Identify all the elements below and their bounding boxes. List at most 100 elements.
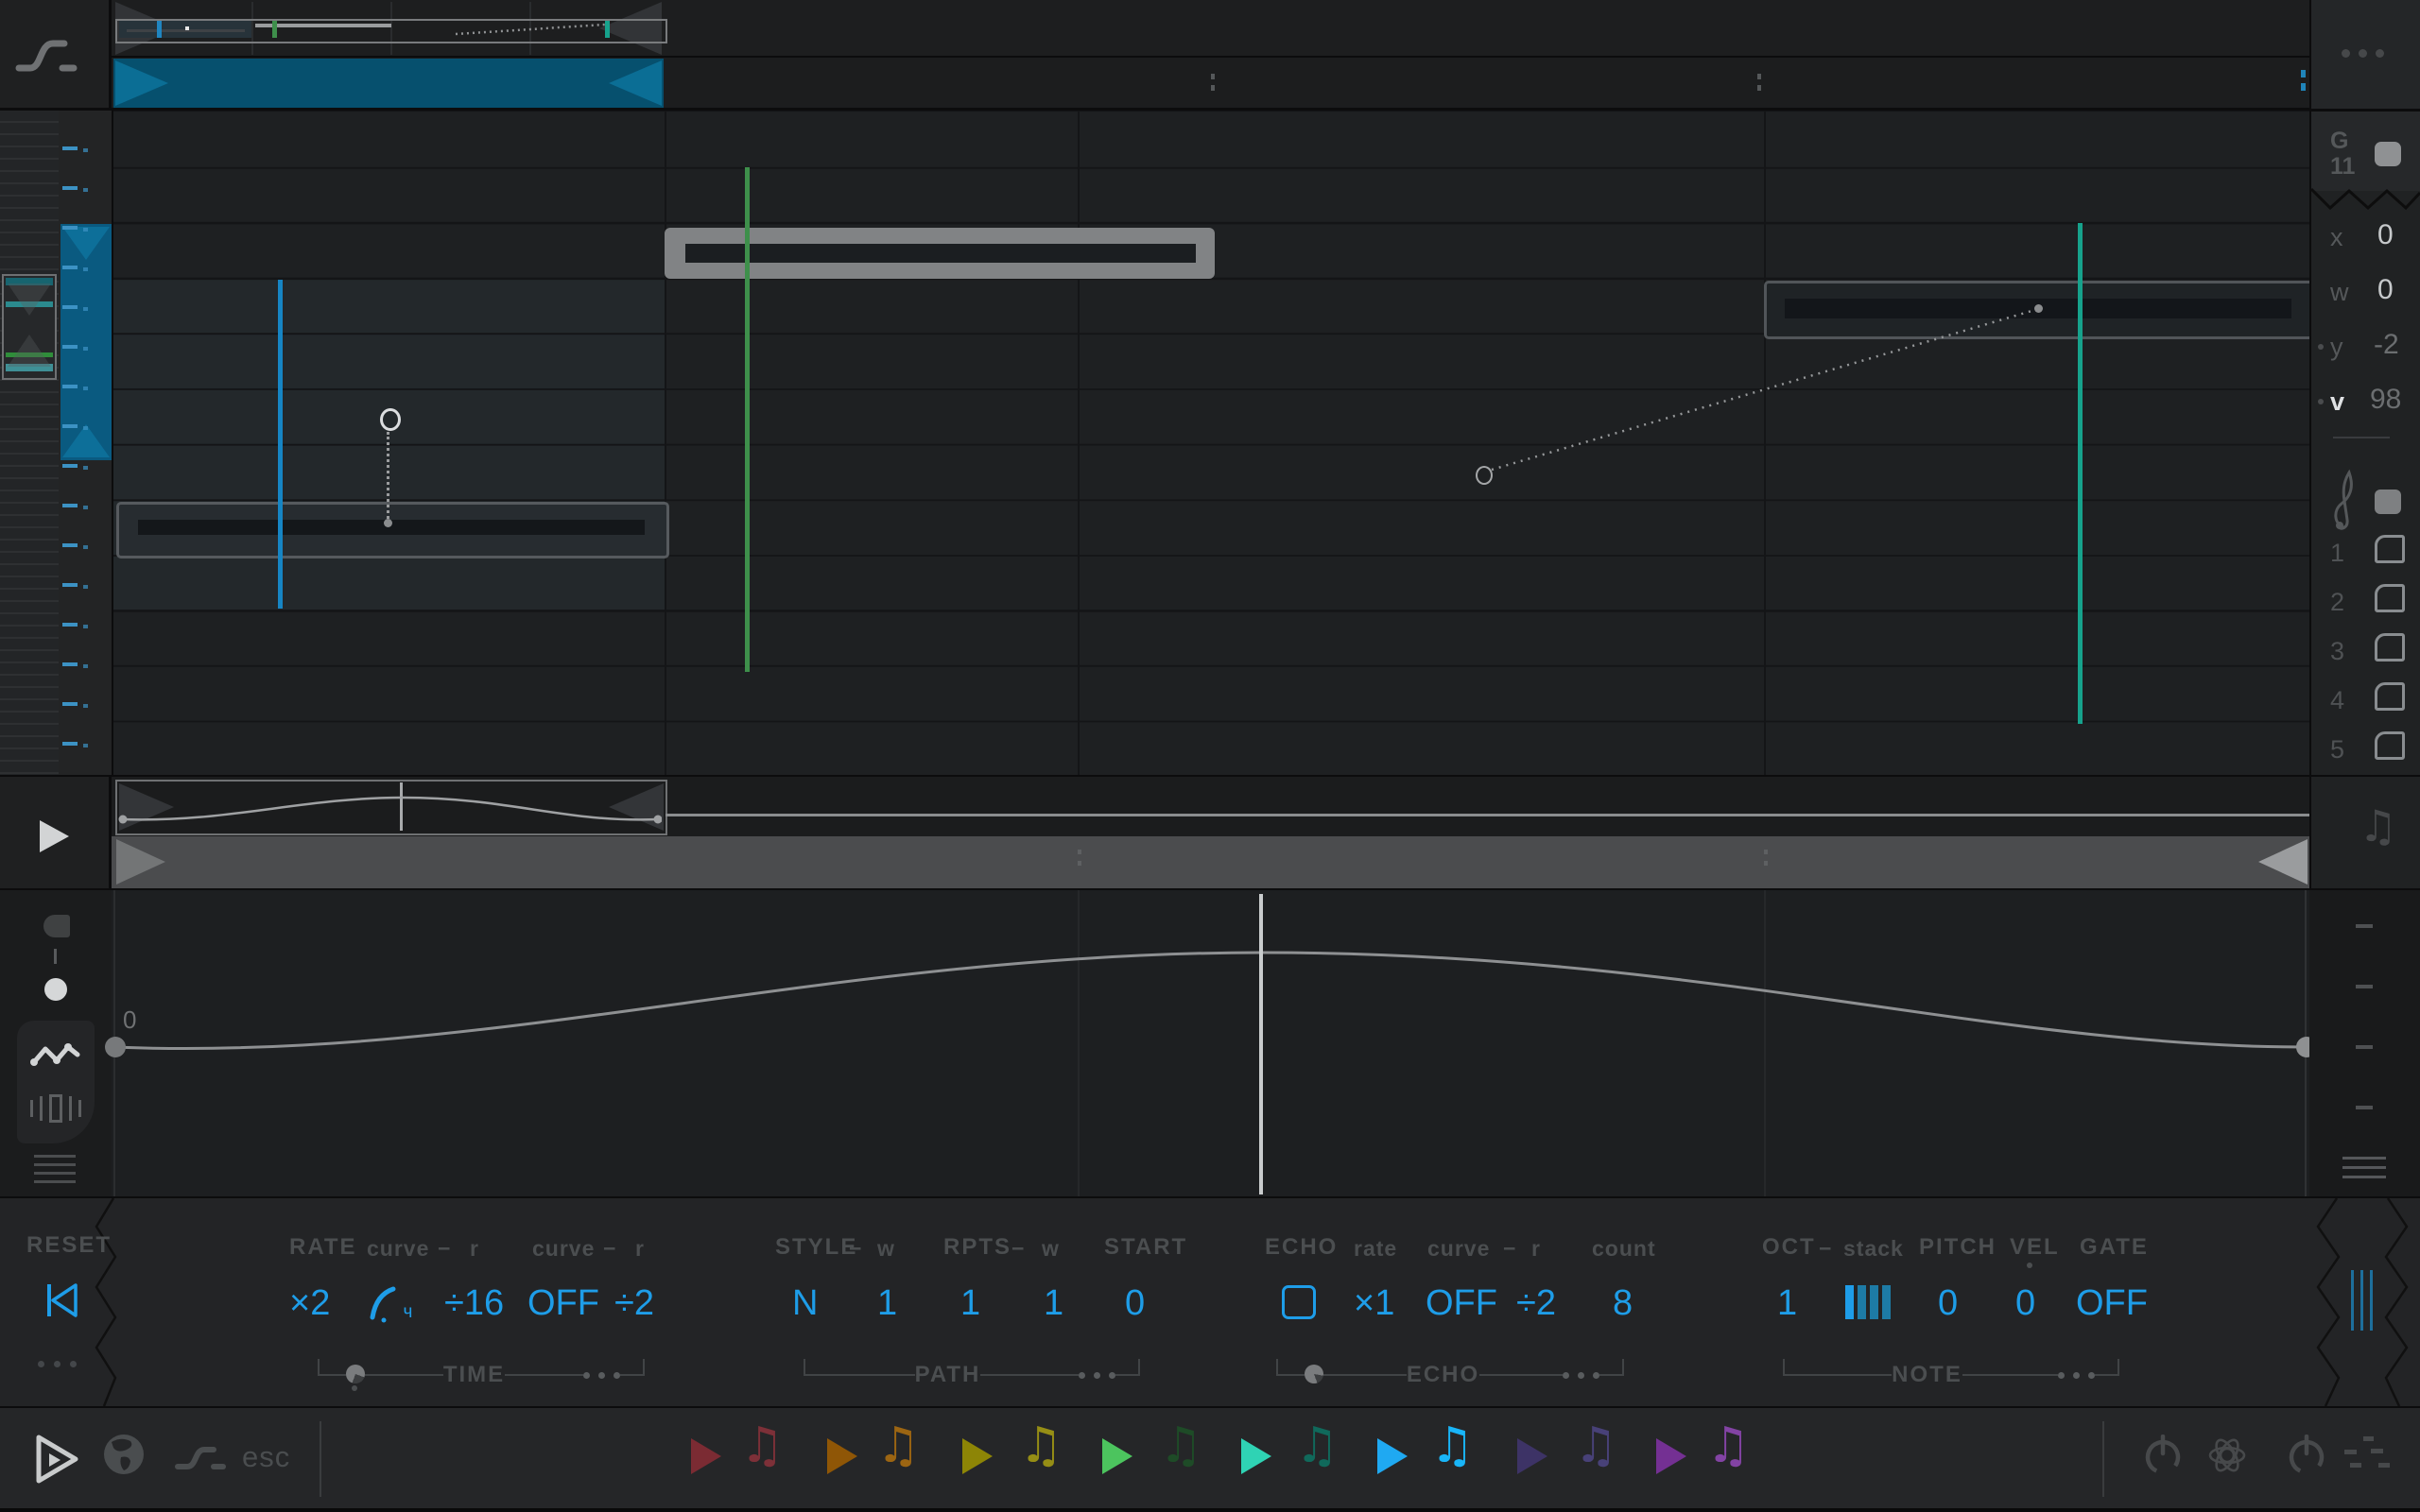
clef-layer-active-icon[interactable] — [2375, 490, 2401, 514]
echo-count-value[interactable]: 8 — [1613, 1283, 1633, 1324]
more-options-icon[interactable] — [2342, 49, 2384, 58]
scroll-column[interactable] — [59, 111, 112, 777]
point-mode-button[interactable] — [44, 978, 67, 1001]
curve-overview-box[interactable] — [115, 780, 667, 835]
track-2-play-button[interactable] — [827, 1438, 857, 1474]
time-pie-icon[interactable] — [346, 1365, 365, 1383]
lane-menu-icon[interactable] — [34, 1155, 76, 1183]
power-icon-2[interactable] — [2286, 1435, 2327, 1476]
logo-cell[interactable] — [0, 0, 109, 109]
esc-button[interactable]: esc — [242, 1440, 290, 1474]
param-label-x[interactable]: x — [2330, 223, 2343, 252]
track-6-note-icon[interactable]: ♫ — [1430, 1421, 1475, 1470]
note-grid[interactable] — [113, 111, 2309, 777]
note-more-icon[interactable] — [2058, 1372, 2095, 1379]
track-5-note-icon[interactable]: ♫ — [1295, 1421, 1340, 1470]
shape-mode-icon[interactable] — [43, 915, 70, 937]
start-value[interactable]: 0 — [1125, 1283, 1145, 1324]
param-value-v[interactable]: 98 — [2370, 384, 2401, 416]
rate-curve-value[interactable]: ч — [369, 1281, 416, 1329]
pitch-value[interactable]: 0 — [1938, 1283, 1958, 1324]
track-7-play-button[interactable] — [1517, 1438, 1547, 1474]
style-value[interactable]: N — [792, 1283, 818, 1324]
track-1-play-button[interactable] — [691, 1438, 721, 1474]
scatter-icon[interactable] — [2342, 1436, 2390, 1474]
gate-value[interactable]: OFF — [2076, 1283, 2148, 1324]
settings-flower-icon[interactable] — [2204, 1433, 2250, 1478]
layer-3-icon[interactable] — [2375, 633, 2405, 662]
style-w-value[interactable]: 1 — [877, 1283, 897, 1324]
layer-2-icon[interactable] — [2375, 584, 2405, 612]
group-active-icon[interactable] — [2375, 142, 2401, 166]
track-2-note-icon[interactable]: ♫ — [876, 1421, 921, 1470]
bars-lane-icon[interactable] — [30, 1094, 81, 1123]
globe-icon[interactable] — [102, 1433, 146, 1476]
note-bar[interactable] — [116, 502, 669, 558]
layer-5-icon[interactable] — [2375, 731, 2405, 760]
rpts-value[interactable]: 1 — [960, 1283, 980, 1324]
curve-tool-icon[interactable] — [174, 1444, 231, 1472]
param-value-w[interactable]: 0 — [2377, 274, 2394, 306]
echo-r-value[interactable]: ÷2 — [1516, 1283, 1556, 1324]
curve-canvas[interactable]: 0 — [112, 890, 2309, 1196]
group-cell[interactable]: G11 — [2311, 112, 2420, 191]
layer-4-icon[interactable] — [2375, 682, 2405, 711]
oct-value[interactable]: 1 — [1777, 1283, 1797, 1324]
loop-end-handle[interactable] — [609, 60, 662, 106]
time-more-icon[interactable] — [583, 1372, 620, 1379]
panel-drag-handle[interactable] — [2351, 1270, 2373, 1331]
param-value-y[interactable]: -2 — [2374, 329, 2399, 361]
echo-curve-value[interactable]: OFF — [1426, 1283, 1497, 1324]
curve1-r-value[interactable]: ÷16 — [444, 1283, 504, 1324]
track-3-play-button[interactable] — [962, 1438, 993, 1474]
layer-3-label[interactable]: 3 — [2330, 637, 2344, 666]
track-7-note-icon[interactable]: ♫ — [1574, 1421, 1618, 1470]
path-more-icon[interactable] — [1079, 1372, 1115, 1379]
layer-2-label[interactable]: 2 — [2330, 588, 2344, 617]
curve-start-point[interactable] — [105, 1037, 126, 1057]
music-note-icon[interactable]: ♫ — [2359, 801, 2397, 850]
transport-end-handle[interactable] — [2258, 839, 2308, 885]
loop-range-bar[interactable] — [113, 59, 664, 108]
pitch-selection-box[interactable] — [2, 274, 57, 380]
edit-handle-circle[interactable] — [380, 408, 401, 431]
transport-start-handle[interactable] — [116, 839, 165, 885]
curve2-r-value[interactable]: ÷2 — [614, 1283, 654, 1324]
param-value-x[interactable]: 0 — [2377, 219, 2394, 251]
track-1-note-icon[interactable]: ♫ — [740, 1421, 785, 1470]
echo-rate-value[interactable]: ×1 — [1354, 1283, 1394, 1324]
pitch-ruler[interactable] — [0, 111, 59, 777]
skip-back-button[interactable] — [43, 1281, 81, 1319]
track-6-play-button[interactable] — [1377, 1438, 1408, 1474]
minimap-overview[interactable] — [115, 19, 667, 43]
param-label-v[interactable]: v — [2330, 387, 2344, 417]
track-3-note-icon[interactable]: ♫ — [1019, 1421, 1063, 1470]
loop-start-handle[interactable] — [115, 60, 168, 106]
stack-value-icon[interactable] — [1845, 1285, 1891, 1319]
curve-lane-icon[interactable] — [30, 1040, 81, 1070]
echo-pie-icon[interactable] — [1305, 1365, 1323, 1383]
track-4-play-button[interactable] — [1102, 1438, 1132, 1474]
curve2-value[interactable]: OFF — [527, 1283, 599, 1324]
param-label-y[interactable]: y — [2330, 333, 2343, 362]
rate-value[interactable]: ×2 — [289, 1283, 330, 1324]
layer-1-label[interactable]: 1 — [2330, 539, 2344, 568]
sidebar-header[interactable] — [2311, 0, 2420, 109]
power-icon[interactable] — [2142, 1435, 2184, 1476]
layer-4-label[interactable]: 4 — [2330, 686, 2344, 715]
treble-clef-icon[interactable] — [2330, 465, 2359, 535]
echo-enable-checkbox[interactable] — [1282, 1285, 1316, 1319]
track-8-play-button[interactable] — [1656, 1438, 1686, 1474]
curve-menu-icon[interactable] — [2342, 1157, 2386, 1178]
layer-1-icon[interactable] — [2375, 535, 2405, 563]
play-mode-button[interactable] — [34, 1433, 81, 1486]
play-button[interactable] — [40, 820, 69, 852]
track-8-note-icon[interactable]: ♫ — [1706, 1421, 1751, 1470]
track-5-play-button[interactable] — [1241, 1438, 1271, 1474]
vel-value[interactable]: 0 — [2015, 1283, 2035, 1324]
param-label-w[interactable]: w — [2330, 278, 2349, 307]
track-4-note-icon[interactable]: ♫ — [1159, 1421, 1203, 1470]
rpts-w-value[interactable]: 1 — [1044, 1283, 1063, 1324]
echo-more-icon[interactable] — [1563, 1372, 1599, 1379]
reset-more-icon[interactable] — [38, 1361, 77, 1367]
